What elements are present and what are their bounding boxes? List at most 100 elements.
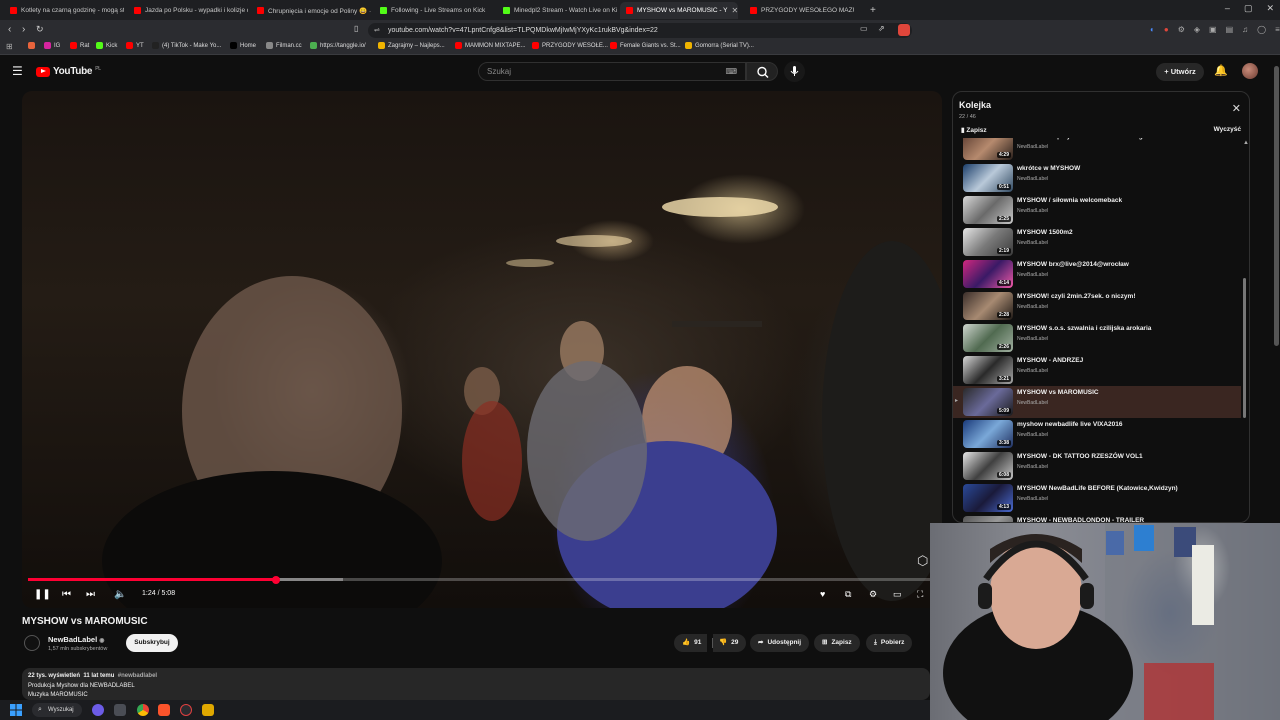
bookmark-item[interactable]: MAMMON MIXTAPE... bbox=[455, 42, 526, 49]
dislike-button[interactable]: 👎 29 bbox=[713, 634, 747, 652]
miniplayer-icon[interactable]: ⧉ bbox=[845, 589, 851, 600]
brave-icon[interactable] bbox=[158, 704, 170, 716]
queue-item[interactable]: 0:51 wkrótce w MYSHOW NewBadLabel bbox=[953, 162, 1241, 194]
hashtag-link[interactable]: #newbadlabel bbox=[118, 673, 157, 679]
minimize-button[interactable]: – bbox=[1225, 3, 1230, 14]
queue-item[interactable]: 4:13 MYSHOW NewBadLife BEFORE (Katowice,K… bbox=[953, 482, 1241, 514]
bookmark-item[interactable]: https://tanggle.io/ bbox=[310, 42, 366, 49]
scroll-up-icon[interactable]: ▲ bbox=[1243, 140, 1249, 146]
taskbar-search[interactable]: ⌕ Wyszukaj bbox=[32, 703, 82, 717]
brave-shield-icon[interactable] bbox=[898, 24, 910, 36]
theater-mode-icon[interactable]: ▭ bbox=[893, 589, 902, 600]
close-icon[interactable]: ✕ bbox=[1232, 102, 1241, 115]
extension-icon[interactable]: ▣ bbox=[1209, 25, 1217, 34]
bookmark-item[interactable]: Female Giants vs. St... bbox=[610, 42, 681, 49]
close-tab-icon[interactable]: ✕ bbox=[732, 6, 738, 15]
queue-thumbnail[interactable]: 4:14 bbox=[963, 260, 1013, 288]
video-player[interactable]: ⬡ bbox=[22, 91, 942, 608]
hamburger-menu-icon[interactable]: ☰ bbox=[12, 64, 23, 78]
bookmark-item[interactable]: Rat bbox=[70, 42, 89, 49]
windows-start-icon[interactable] bbox=[10, 704, 22, 716]
queue-thumbnail[interactable]: 2:28 bbox=[963, 292, 1013, 320]
queue-thumbnail[interactable]: 0:51 bbox=[963, 164, 1013, 192]
pause-icon[interactable]: ❚❚ bbox=[34, 589, 51, 600]
previous-icon[interactable]: ⏮ bbox=[62, 589, 71, 600]
download-button[interactable]: ⤓ Pobierz bbox=[866, 634, 913, 652]
notifications-bell-icon[interactable]: 🔔 bbox=[1214, 64, 1228, 77]
account-avatar[interactable] bbox=[1242, 63, 1258, 79]
queue-item[interactable]: 2:26 MYSHOW s.o.s. szwalnia i czilijska a… bbox=[953, 322, 1241, 354]
queue-thumbnail[interactable]: 4:29 bbox=[963, 138, 1013, 160]
queue-thumbnail[interactable]: 3:21 bbox=[963, 356, 1013, 384]
share-page-icon[interactable]: ⇗ bbox=[878, 24, 885, 33]
install-app-icon[interactable]: ▭ bbox=[860, 24, 868, 33]
queue-item[interactable]: 6:08 MYSHOW - DK TATTOO RZESZÓW VOL1 NewBa… bbox=[953, 450, 1241, 482]
queue-item[interactable]: ▸ 5:09 MYSHOW vs MAROMUSIC NewBadLabel bbox=[953, 386, 1241, 418]
share-button[interactable]: ➦ Udostępnij bbox=[750, 634, 810, 652]
queue-thumbnail[interactable] bbox=[963, 516, 1013, 522]
queue-save-button[interactable]: ▮ Zapisz bbox=[961, 126, 987, 134]
queue-item[interactable]: 3:38 myshow newbadlife live VIXA2016 NewBa… bbox=[953, 418, 1241, 450]
address-bar[interactable]: ⇌ youtube.com/watch?v=47LpntCnfg8&list=T… bbox=[368, 23, 912, 38]
queue-item[interactable]: 2:28 MYSHOW! czyli 2min.27sek. o niczym! N… bbox=[953, 290, 1241, 322]
volume-icon[interactable]: 🔈 bbox=[114, 589, 126, 600]
forward-icon[interactable]: › bbox=[22, 24, 25, 35]
browser-tab[interactable]: PRZYGODY WESOŁEGO MAZURA wr bbox=[744, 2, 854, 19]
channel-avatar[interactable] bbox=[24, 635, 40, 651]
settings-gear-icon[interactable]: ⚙ bbox=[869, 589, 877, 600]
bookmark-item[interactable]: Gomorra (Serial TV)... bbox=[685, 42, 754, 49]
bookmark-item[interactable]: IG bbox=[44, 42, 60, 49]
progress-bar[interactable] bbox=[28, 575, 937, 584]
discord-icon[interactable] bbox=[92, 704, 104, 716]
bookmark-item[interactable]: Filman.cc bbox=[266, 42, 302, 49]
reload-icon[interactable]: ↻ bbox=[36, 24, 44, 35]
heart-icon[interactable]: ♥ bbox=[820, 589, 825, 599]
extension-icon[interactable]: ◐ bbox=[1150, 25, 1155, 34]
browser-tab[interactable]: Jazda po Polsku - wypadki i kolizje d bbox=[128, 2, 248, 19]
queue-item[interactable]: 4:14 MYSHOW brx@live@2014@wrocław NewBadLa… bbox=[953, 258, 1241, 290]
extension-icon[interactable]: ◈ bbox=[1194, 25, 1200, 34]
app-icon[interactable] bbox=[114, 704, 126, 716]
site-info-icon[interactable]: ⇌ bbox=[374, 23, 380, 38]
extension-icon[interactable]: ▤ bbox=[1226, 25, 1234, 34]
queue-item[interactable]: 2:25 MYSHOW / siłownia welcomeback NewBadL… bbox=[953, 194, 1241, 226]
queue-thumbnail[interactable]: 5:09 bbox=[963, 388, 1013, 416]
maximize-button[interactable]: ▢ bbox=[1244, 3, 1253, 14]
queue-thumbnail[interactable]: 6:08 bbox=[963, 452, 1013, 480]
queue-clear-button[interactable]: Wyczyść bbox=[1214, 126, 1241, 133]
save-button[interactable]: ⊞ Zapisz bbox=[814, 634, 860, 652]
obs-icon[interactable] bbox=[180, 704, 192, 716]
bookmark-item[interactable]: PRZYGODY WESOŁE... bbox=[532, 42, 608, 49]
close-window-button[interactable]: ✕ bbox=[1266, 3, 1274, 14]
queue-item[interactable]: 4:29 MYSHOW X! przykazanie video backstag… bbox=[953, 138, 1241, 162]
youtube-logo[interactable]: YouTube PL bbox=[36, 66, 101, 77]
profile-icon[interactable]: ◯ bbox=[1257, 25, 1266, 34]
bookmark-item[interactable]: Kick bbox=[96, 42, 117, 49]
scrubber-handle[interactable] bbox=[272, 575, 281, 584]
queue-thumbnail[interactable]: 2:26 bbox=[963, 324, 1013, 352]
browser-tab[interactable]: Chrupnięcia i emocje od Poliny 😀 · bbox=[251, 2, 371, 19]
queue-thumbnail[interactable]: 2:19 bbox=[963, 228, 1013, 256]
queue-thumbnail[interactable]: 2:25 bbox=[963, 196, 1013, 224]
create-button[interactable]: + Utwórz bbox=[1156, 63, 1204, 81]
fullscreen-icon[interactable]: ⛶ bbox=[917, 589, 923, 600]
subscribe-button[interactable]: Subskrybuj bbox=[126, 634, 178, 652]
voice-search-button[interactable] bbox=[784, 61, 805, 82]
browser-tab[interactable]: Kotlety na czarną godzinę - mogą st bbox=[4, 2, 124, 19]
next-icon[interactable]: ⏭ bbox=[86, 589, 95, 600]
apps-grid-icon[interactable]: ⊞ bbox=[6, 42, 13, 51]
queue-item[interactable]: 3:21 MYSHOW - ANDRZEJ NewBadLabel bbox=[953, 354, 1241, 386]
bookmark-item[interactable] bbox=[28, 42, 38, 49]
media-icon[interactable]: ♫ bbox=[1242, 25, 1248, 34]
channel-name[interactable]: NewBadLabel ◉ bbox=[48, 635, 105, 644]
browser-tab[interactable]: MYSHOW vs MAROMUSIC - Y ✕ bbox=[620, 2, 738, 19]
bookmark-item[interactable]: YT bbox=[126, 42, 144, 49]
chrome-icon[interactable] bbox=[137, 704, 149, 716]
extension-icon[interactable]: ⚙ bbox=[1178, 25, 1185, 34]
bookmark-page-icon[interactable]: ▯ bbox=[354, 24, 358, 33]
new-tab-button[interactable]: + bbox=[864, 2, 882, 19]
queue-item[interactable]: MYSHOW - NEWBADLONDON - TRAILERNewBadLab… bbox=[953, 514, 1241, 522]
queue-scrollbar[interactable] bbox=[1243, 278, 1246, 418]
browser-tab[interactable]: Minedpl2 Stream - Watch Live on Ki bbox=[497, 2, 617, 19]
like-button[interactable]: 👍 91 bbox=[674, 634, 708, 652]
